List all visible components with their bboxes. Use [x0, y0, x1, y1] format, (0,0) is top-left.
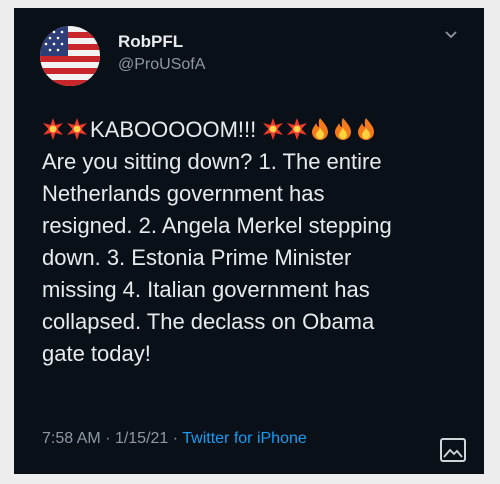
collision-emoji-icon: [287, 118, 308, 140]
fire-emoji-icon: [358, 118, 375, 140]
avatar[interactable]: [40, 26, 100, 86]
chevron-down-icon[interactable]: [444, 30, 458, 40]
image-icon[interactable]: [440, 438, 466, 462]
tweet-line: Are you sitting down? 1. The entire: [42, 149, 382, 174]
tweet-line: missing 4. Italian government has: [42, 277, 370, 302]
tweet-line: down. 3. Estonia Prime Minister: [42, 245, 352, 270]
user-handle[interactable]: @ProUSofA: [118, 56, 205, 74]
meta-separator: ·: [172, 430, 179, 447]
meta-separator: ·: [105, 430, 111, 447]
tweet-source-link[interactable]: Twitter for iPhone: [182, 430, 307, 447]
headline-text: KABOOOOOM!!!: [90, 117, 257, 142]
tweet-line: gate today!: [42, 341, 151, 366]
fire-emoji-icon: [335, 118, 352, 140]
tweet-card: RobPFL @ProUSofA KABOOOOOM!!! Are you si…: [14, 8, 484, 474]
tweet-line: resigned. 2. Angela Merkel stepping: [42, 213, 392, 238]
display-name[interactable]: RobPFL: [118, 32, 183, 52]
headline-line: KABOOOOOM!!!: [42, 114, 462, 146]
tweet-text: KABOOOOOM!!! Are you sitting down? 1. Th…: [42, 114, 462, 370]
collision-emoji-icon: [43, 118, 63, 140]
tweet-time[interactable]: 7:58 AM: [42, 430, 101, 447]
tweet-line: Netherlands government has: [42, 181, 325, 206]
tweet-date[interactable]: 1/15/21: [115, 430, 168, 447]
collision-emoji-icon: [67, 118, 87, 140]
fire-emoji-icon: [312, 118, 329, 140]
tweet-line: collapsed. The declass on Obama: [42, 309, 375, 334]
collision-emoji-icon: [263, 118, 284, 140]
us-flag-icon: [40, 26, 100, 86]
tweet-meta: 7:58 AM · 1/15/21 · Twitter for iPhone: [42, 430, 307, 448]
